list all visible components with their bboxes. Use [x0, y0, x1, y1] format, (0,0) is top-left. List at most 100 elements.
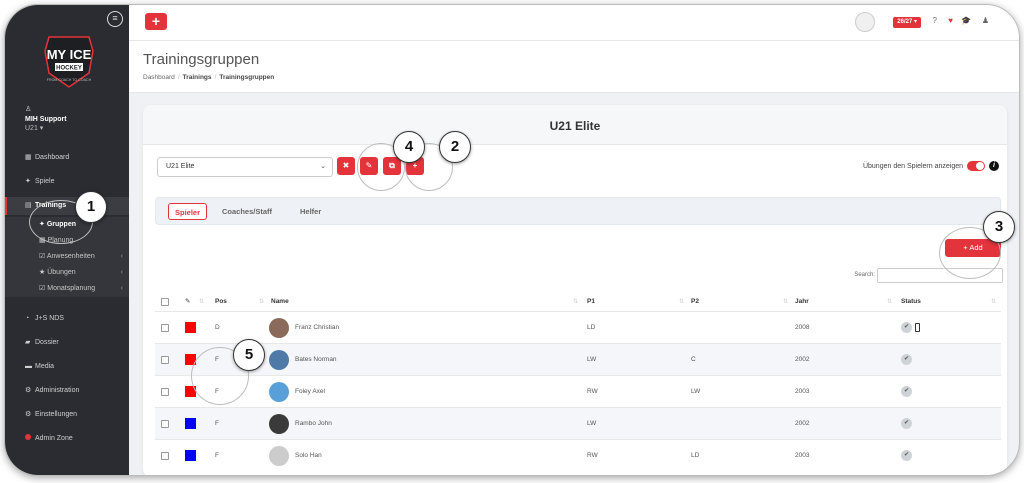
my-ice-hockey-logo: MY ICE HOCKEY FROM COACH TO COACH [44, 36, 94, 88]
sidebar-subitem-monatsplanung[interactable]: ☑ Monatsplanung ‹ [5, 281, 129, 297]
sidebar-item-spiele[interactable]: ✦ Spiele [5, 173, 129, 191]
status-check-icon[interactable]: ✔ [901, 322, 912, 333]
clock-icon: ◔ [25, 315, 30, 322]
cell-p1: LD [587, 324, 596, 331]
status-check-icon[interactable]: ✔ [901, 386, 912, 397]
sort-icon[interactable]: ⇅ [783, 293, 788, 311]
table-row[interactable]: F Bates Norman LW C 2002 ✔ [155, 343, 1001, 375]
row-checkbox[interactable] [161, 356, 169, 364]
card-title: U21 Elite [549, 119, 601, 133]
cell-jahr: 2008 [795, 324, 810, 331]
row-checkbox[interactable] [161, 324, 169, 332]
row-checkbox[interactable] [161, 420, 169, 428]
sort-icon[interactable]: ⇅ [573, 293, 578, 311]
table-row[interactable]: F Solo Han RW LD 2003 ✔ [155, 439, 1001, 471]
dashboard-icon: ▦ [25, 154, 32, 161]
table-row[interactable]: F Foley Axel RW LW 2003 ✔ [155, 375, 1001, 407]
group-select[interactable]: U21 Elite ⌄ [157, 157, 333, 177]
col-p1[interactable]: P1 [587, 293, 595, 311]
select-all-checkbox[interactable] [161, 298, 169, 306]
callout-2: 2 [439, 131, 471, 163]
graduation-cap-icon[interactable]: 🎓 [961, 16, 971, 25]
cell-p1: RW [587, 452, 598, 459]
delete-group-button[interactable]: ✖ [337, 157, 355, 175]
topbar: + 26/27 ▾ ? ♥ 🎓 ♟ [129, 5, 1019, 41]
col-pos[interactable]: Pos [215, 293, 227, 311]
group-card: U21 Elite U21 Elite ⌄ ✖ ✎ ⧉ + Übungen den… [143, 105, 1007, 475]
heart-icon[interactable]: ♥ [948, 16, 953, 25]
sidebar-item-dossier[interactable]: ▰ Dossier [5, 334, 129, 352]
col-status[interactable]: Status [901, 293, 921, 311]
tab-coaches-staff[interactable]: Coaches/Staff [216, 203, 278, 220]
star-icon: ★ [39, 269, 46, 276]
cell-name[interactable]: Rambo John [295, 408, 332, 440]
checkbox-icon: ☑ [39, 253, 46, 260]
sort-icon[interactable]: ⇅ [679, 293, 684, 311]
status-check-icon[interactable]: ✔ [901, 354, 912, 365]
quick-add-button[interactable]: + [145, 13, 167, 30]
col-jahr[interactable]: Jahr [795, 293, 809, 311]
season-selector[interactable]: 26/27 ▾ [893, 17, 921, 28]
cell-name[interactable]: Foley Axel [295, 376, 325, 408]
cell-p1: LW [587, 356, 597, 363]
breadcrumb-trainings[interactable]: Trainings [183, 74, 212, 81]
sidebar-item-media[interactable]: ▬ Media [5, 358, 129, 376]
table-row[interactable]: F Rambo John LW 2002 ✔ [155, 407, 1001, 439]
show-exercises-label: Übungen den Spielern anzeigen [862, 163, 963, 170]
cell-p2: C [691, 356, 696, 363]
sidebar-subitem-uebungen[interactable]: ★ Übungen ‹ [5, 265, 129, 281]
club-logo-avatar[interactable] [855, 12, 875, 32]
sort-icon[interactable]: ⇅ [991, 293, 996, 311]
user-block[interactable]: ♙ MIH Support U21 ▾ [25, 105, 67, 132]
cell-p1: LW [587, 420, 597, 427]
breadcrumb-dashboard[interactable]: Dashboard [143, 74, 175, 81]
show-exercises-toggle[interactable] [967, 161, 985, 171]
admin-dot-icon [25, 434, 31, 440]
search-label: Search: [854, 272, 875, 278]
sidebar-item-einstellungen[interactable]: ⚙ Einstellungen [5, 406, 129, 424]
menu-toggle-icon[interactable]: ≡ [107, 11, 123, 27]
cell-p1: RW [587, 388, 598, 395]
info-icon[interactable]: i [989, 161, 999, 171]
sort-icon[interactable]: ⇅ [259, 293, 264, 311]
tab-spieler[interactable]: Spieler [168, 203, 208, 220]
status-check-icon[interactable]: ✔ [901, 450, 912, 461]
help-icon[interactable]: ? [933, 16, 937, 25]
sort-icon[interactable]: ⇅ [199, 293, 204, 311]
tabs-bar: Spieler Coaches/Staff Helfer [155, 197, 1001, 225]
col-p2[interactable]: P2 [691, 293, 699, 311]
chevron-left-icon: ‹ [120, 253, 123, 260]
status-check-icon[interactable]: ✔ [901, 418, 912, 429]
user-name: MIH Support [25, 116, 67, 123]
col-name[interactable]: Name [271, 293, 289, 311]
sidebar-item-administration[interactable]: ⚙ Administration [5, 382, 129, 400]
app-window: ≡ MY ICE HOCKEY FROM COACH TO COACH ♙ MI… [4, 4, 1020, 476]
player-avatar [269, 350, 289, 370]
tab-helfer[interactable]: Helfer [294, 203, 327, 220]
table-row[interactable]: D Franz Christian LD 2008 ✔ [155, 311, 1001, 343]
team-icon: ✦ [25, 178, 31, 185]
breadcrumb-trainingsgruppen: Trainingsgruppen [219, 74, 275, 81]
sort-icon[interactable]: ⇅ [887, 293, 892, 311]
gear-icon: ⚙ [25, 411, 32, 418]
player-color-swatch [185, 322, 196, 333]
user-icon[interactable]: ♟ [982, 16, 989, 25]
sidebar-item-dashboard[interactable]: ▦ Dashboard [5, 149, 129, 167]
row-checkbox[interactable] [161, 452, 169, 460]
sidebar-item-js-nds[interactable]: ◔ J+S NDS [5, 310, 129, 328]
callout-4: 4 [393, 131, 425, 163]
cell-pos: D [215, 324, 220, 331]
cell-name[interactable]: Franz Christian [295, 312, 339, 344]
sidebar-item-admin-zone[interactable]: Admin Zone [5, 430, 129, 448]
user-icon: ♙ [25, 106, 32, 113]
media-icon: ▬ [25, 363, 32, 370]
svg-text:HOCKEY: HOCKEY [56, 66, 82, 72]
cell-name[interactable]: Bates Norman [295, 344, 337, 376]
user-role-dropdown[interactable]: U21 ▾ [25, 124, 67, 132]
cell-jahr: 2003 [795, 452, 810, 459]
player-color-swatch [185, 450, 196, 461]
cell-name[interactable]: Solo Han [295, 440, 322, 472]
cell-jahr: 2003 [795, 388, 810, 395]
sidebar-subitem-anwesenheiten[interactable]: ☑ Anwesenheiten ‹ [5, 249, 129, 265]
row-checkbox[interactable] [161, 388, 169, 396]
